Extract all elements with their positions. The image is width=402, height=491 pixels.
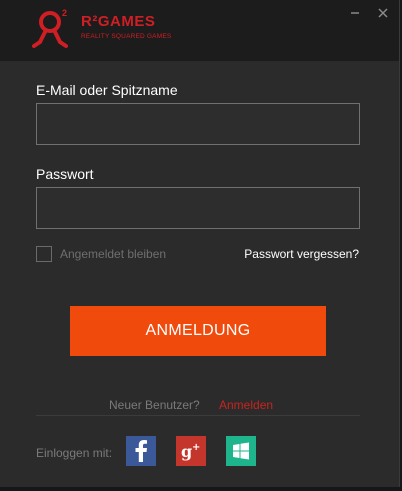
footer-divider: [36, 415, 360, 416]
close-button[interactable]: [372, 2, 394, 24]
facebook-login-button[interactable]: [126, 436, 156, 466]
title-bar: 2 R²GAMES REALITY SQUARED GAMES: [0, 0, 399, 61]
password-label: Passwort: [36, 166, 94, 182]
logo-brand-text: R²GAMES: [81, 13, 156, 30]
forgot-password-link[interactable]: Passwort vergessen?: [244, 247, 359, 261]
remember-me-checkbox[interactable]: [36, 246, 52, 262]
r2-logo-mark-icon: 2: [32, 8, 68, 48]
svg-text:2: 2: [62, 8, 67, 18]
logo-tagline: REALITY SQUARED GAMES: [81, 33, 172, 40]
login-button[interactable]: ANMELDUNG: [70, 306, 326, 356]
minimize-button[interactable]: [344, 2, 366, 24]
remember-me-label: Angemeldet bleiben: [60, 247, 167, 261]
svg-text:+: +: [192, 442, 200, 453]
email-field[interactable]: [36, 103, 360, 145]
login-window: 2 R²GAMES REALITY SQUARED GAMES E-Mail o…: [0, 0, 400, 487]
password-field[interactable]: [36, 187, 360, 229]
register-link[interactable]: Anmelden: [219, 398, 273, 412]
close-icon: [378, 8, 388, 18]
r2games-logo: 2 R²GAMES REALITY SQUARED GAMES: [32, 8, 192, 50]
svg-text:g: g: [181, 442, 192, 461]
google-plus-icon: g +: [181, 442, 200, 461]
facebook-icon: [135, 440, 147, 462]
email-label: E-Mail oder Spitzname: [36, 82, 178, 98]
windows-icon: [233, 442, 249, 460]
new-user-label: Neuer Benutzer?: [109, 398, 200, 412]
minimize-icon: [351, 12, 359, 14]
windows-login-button[interactable]: [226, 436, 256, 466]
login-with-label: Einloggen mit:: [36, 446, 113, 460]
google-plus-login-button[interactable]: g +: [176, 436, 206, 466]
